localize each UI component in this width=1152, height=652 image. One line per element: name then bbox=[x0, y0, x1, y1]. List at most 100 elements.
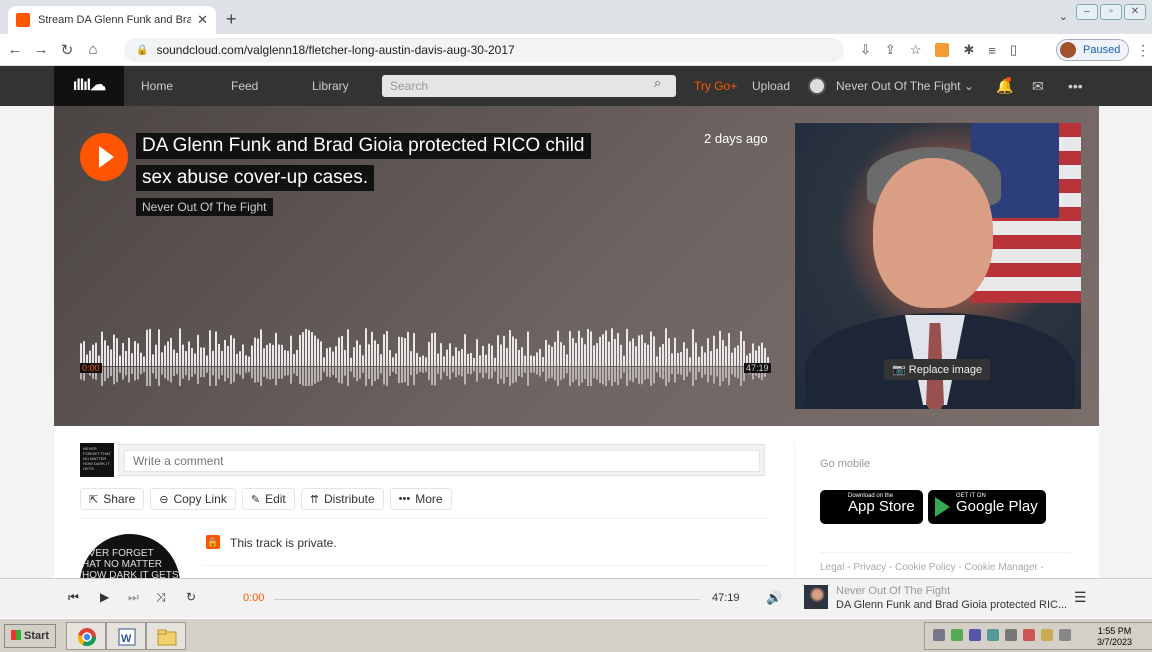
distribute-button[interactable]: ⇈ Distribute bbox=[300, 488, 384, 510]
clock[interactable]: 1:55 PM 3/7/2023 bbox=[1097, 626, 1132, 648]
try-go-plus-link[interactable]: Try Go+ bbox=[694, 66, 737, 106]
waveform-reflection bbox=[506, 367, 508, 377]
minimize-button[interactable]: – bbox=[1076, 4, 1098, 20]
shuffle-icon[interactable]: ⤨ bbox=[156, 590, 166, 605]
user-avatar[interactable] bbox=[808, 77, 826, 95]
waveform-bar bbox=[719, 330, 721, 366]
share-page-icon[interactable]: ⇪ bbox=[885, 42, 896, 58]
waveform-reflection bbox=[335, 367, 337, 378]
volume-icon[interactable]: 🔊 bbox=[766, 590, 782, 606]
waveform-reflection bbox=[299, 367, 301, 385]
google-play-button[interactable]: GET IT ON Google Play bbox=[928, 490, 1046, 524]
queue-icon[interactable]: ☰ bbox=[1074, 589, 1087, 606]
messages-envelope-icon[interactable]: ✉ bbox=[1032, 66, 1044, 106]
browser-menu-icon[interactable]: ⋮ bbox=[1136, 42, 1150, 59]
tray-icon-7[interactable] bbox=[1041, 629, 1053, 641]
url-bar[interactable]: 🔒 soundcloud.com/valglenn18/fletcher-lon… bbox=[124, 38, 844, 62]
tray-icon-2[interactable] bbox=[951, 629, 963, 641]
tab-close-icon[interactable]: ✕ bbox=[197, 12, 208, 28]
tray-icon-4[interactable] bbox=[987, 629, 999, 641]
waveform-reflection bbox=[263, 367, 265, 377]
soundcloud-logo-icon[interactable]: ıllıl☁ bbox=[54, 66, 124, 106]
waveform-reflection bbox=[671, 367, 673, 374]
close-window-button[interactable]: ✕ bbox=[1124, 4, 1146, 20]
install-icon[interactable]: ⇩ bbox=[860, 42, 871, 58]
puzzle-extensions-icon[interactable]: ✱ bbox=[963, 42, 974, 58]
play-icon[interactable]: ▶ bbox=[100, 590, 109, 604]
waveform-reflection bbox=[110, 367, 112, 377]
new-tab-button[interactable]: + bbox=[226, 9, 237, 30]
more-button[interactable]: ••• More bbox=[389, 488, 452, 510]
waveform-reflection bbox=[659, 367, 661, 378]
track-title-line-2: sex abuse cover-up cases. bbox=[136, 165, 375, 191]
waveform-bar bbox=[281, 344, 283, 366]
forward-icon[interactable]: → bbox=[30, 41, 52, 58]
app-store-button[interactable]: Download on the App Store bbox=[820, 490, 923, 524]
player-artwork[interactable] bbox=[804, 585, 828, 609]
copy-link-button[interactable]: ⊖ Copy Link bbox=[150, 488, 236, 510]
taskbar-word[interactable]: W bbox=[106, 622, 146, 650]
replace-image-button[interactable]: 📷 Replace image bbox=[884, 359, 991, 380]
next-icon[interactable]: ⏭ bbox=[128, 590, 139, 605]
player-title[interactable]: DA Glenn Funk and Brad Gioia protected R… bbox=[836, 599, 1067, 611]
profile-paused-button[interactable]: Paused bbox=[1056, 39, 1130, 61]
posted-time: 2 days ago bbox=[704, 131, 768, 146]
player-artist[interactable]: Never Out Of The Fight bbox=[836, 585, 950, 597]
bookmark-star-icon[interactable]: ☆ bbox=[910, 42, 922, 58]
waveform-reflection bbox=[446, 367, 448, 377]
notifications-bell-icon[interactable]: 🔔 bbox=[996, 66, 1013, 106]
tray-icon-6[interactable] bbox=[1023, 629, 1035, 641]
waveform-bar bbox=[224, 339, 226, 366]
waveform-bar bbox=[143, 356, 145, 366]
artist-avatar[interactable]: EVER FORGET HAT NO MATTER HOW DARK IT GE… bbox=[80, 534, 180, 578]
waveform-bar bbox=[287, 350, 289, 366]
waveform-reflection bbox=[494, 367, 496, 372]
search-input[interactable]: Search bbox=[382, 75, 676, 97]
tab-search-icon[interactable]: ⌄ bbox=[1059, 10, 1068, 23]
waveform-reflection bbox=[437, 367, 439, 374]
waveform[interactable] bbox=[80, 324, 770, 386]
network-icon[interactable] bbox=[1005, 629, 1017, 641]
nav-feed[interactable]: Feed bbox=[231, 66, 258, 106]
share-button[interactable]: ⇱ Share bbox=[80, 488, 145, 510]
waveform-bar bbox=[656, 356, 658, 366]
side-panel-icon[interactable]: ▯ bbox=[1010, 42, 1017, 58]
search-icon[interactable]: ⌕ bbox=[654, 75, 661, 91]
upload-link[interactable]: Upload bbox=[752, 66, 790, 106]
waveform-reflection bbox=[533, 367, 535, 373]
speaker-icon[interactable] bbox=[1059, 629, 1071, 641]
legal-links[interactable]: Legal - Privacy - Cookie Policy - Cookie… bbox=[820, 562, 1044, 573]
waveform-bar bbox=[248, 356, 250, 366]
extension-icon[interactable] bbox=[935, 43, 950, 57]
browser-tab[interactable]: Stream DA Glenn Funk and Brad Gi... ✕ bbox=[8, 6, 216, 34]
media-queue-icon[interactable]: ≡ bbox=[988, 43, 996, 58]
maximize-button[interactable]: ▫ bbox=[1100, 4, 1122, 20]
back-icon[interactable]: ← bbox=[4, 41, 26, 58]
waveform-bar bbox=[683, 342, 685, 366]
taskbar-chrome[interactable] bbox=[66, 622, 106, 650]
play-button[interactable] bbox=[80, 133, 128, 181]
comment-input[interactable] bbox=[124, 450, 760, 472]
waveform-reflection bbox=[182, 367, 184, 379]
waveform-reflection bbox=[473, 367, 475, 372]
nav-library[interactable]: Library bbox=[312, 66, 349, 106]
previous-icon[interactable]: ⏮ bbox=[68, 590, 79, 605]
waveform-reflection bbox=[224, 367, 226, 382]
waveform-reflection bbox=[719, 367, 721, 386]
progress-bar[interactable] bbox=[274, 599, 700, 600]
waveform-bar bbox=[347, 329, 349, 366]
more-menu-icon[interactable]: ••• bbox=[1068, 66, 1083, 106]
taskbar-explorer[interactable] bbox=[146, 622, 186, 650]
user-menu[interactable]: Never Out Of The Fight ⌄ bbox=[836, 66, 974, 106]
tray-icon-1[interactable] bbox=[933, 629, 945, 641]
home-icon[interactable]: ⌂ bbox=[82, 41, 104, 58]
tray-icon-3[interactable] bbox=[969, 629, 981, 641]
repeat-icon[interactable]: ↻ bbox=[186, 590, 196, 604]
waveform-reflection bbox=[104, 367, 106, 382]
waveform-reflection bbox=[155, 367, 157, 379]
start-button[interactable]: Start bbox=[4, 624, 56, 648]
nav-home[interactable]: Home bbox=[141, 66, 173, 106]
track-artist-link[interactable]: Never Out Of The Fight bbox=[136, 198, 273, 216]
reload-icon[interactable]: ↻ bbox=[56, 41, 78, 59]
edit-button[interactable]: ✎ Edit bbox=[241, 488, 295, 510]
